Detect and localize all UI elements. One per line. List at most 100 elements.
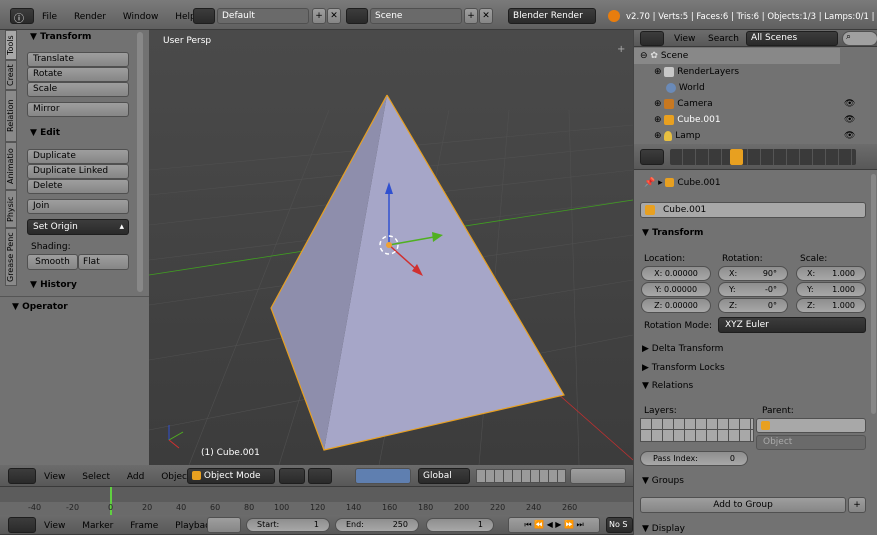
- outliner-filter-dropdown[interactable]: All Scenes: [746, 31, 838, 46]
- flat-button[interactable]: Flat: [78, 254, 129, 270]
- render-preview-button[interactable]: [570, 468, 626, 484]
- layers-grid[interactable]: [640, 418, 754, 442]
- pivot-dropdown[interactable]: [308, 468, 332, 484]
- duplicate-button[interactable]: Duplicate: [27, 149, 129, 164]
- rotation-x-field[interactable]: X: 90°: [718, 266, 788, 281]
- orientation-dropdown[interactable]: Global: [418, 468, 470, 484]
- end-frame-field[interactable]: End: 250: [335, 518, 419, 532]
- location-z-field[interactable]: Z: 0.00000: [641, 298, 711, 313]
- layer-buttons[interactable]: [476, 469, 566, 483]
- viewport-add-icon[interactable]: +: [617, 44, 625, 55]
- playback-controls[interactable]: ⏮ ⏪ ◀ ▶ ⏩ ⏭: [508, 517, 600, 533]
- outliner-row-renderlayers[interactable]: ⊕ RenderLayers: [654, 64, 739, 80]
- smooth-button[interactable]: Smooth: [27, 254, 78, 270]
- add-to-group-button[interactable]: Add to Group: [640, 497, 846, 513]
- timeline-menu-view[interactable]: View: [44, 521, 65, 531]
- outliner-row-world[interactable]: World: [666, 80, 705, 96]
- outliner-editor-type[interactable]: [640, 31, 664, 46]
- tool-shelf-scrollbar[interactable]: [137, 32, 143, 292]
- current-frame-field[interactable]: 1: [426, 518, 494, 532]
- add-group-icon[interactable]: +: [848, 497, 866, 513]
- scene-remove-button[interactable]: ✕: [479, 8, 493, 24]
- layout-add-button[interactable]: +: [312, 8, 326, 24]
- parent-type-dropdown[interactable]: Object: [756, 435, 866, 450]
- tab-animation[interactable]: Animatio: [5, 142, 17, 190]
- menu-view[interactable]: View: [44, 472, 65, 482]
- menu-add[interactable]: Add: [127, 472, 144, 482]
- timeline-menu-marker[interactable]: Marker: [82, 521, 113, 531]
- render-engine-dropdown[interactable]: Blender Render: [508, 8, 596, 24]
- transform-locks-header[interactable]: ▶ Transform Locks: [642, 363, 725, 373]
- manipulator-toggle[interactable]: [355, 468, 411, 484]
- menu-select[interactable]: Select: [82, 472, 110, 482]
- pass-index-field[interactable]: Pass Index: 0: [640, 451, 748, 466]
- tab-relations[interactable]: Relation: [5, 90, 17, 142]
- timeline-menu-frame[interactable]: Frame: [130, 521, 158, 531]
- outliner-menu-view[interactable]: View: [674, 34, 695, 44]
- scene-type-button[interactable]: [346, 8, 368, 24]
- set-origin-dropdown[interactable]: Set Origin ▴: [27, 219, 129, 235]
- menu-window[interactable]: Window: [123, 12, 159, 22]
- scale-button[interactable]: Scale: [27, 82, 129, 97]
- menu-render[interactable]: Render: [74, 12, 106, 22]
- mirror-button[interactable]: Mirror: [27, 102, 129, 117]
- tab-create[interactable]: Creat: [5, 60, 17, 90]
- properties-scrollbar[interactable]: [871, 174, 876, 414]
- properties-editor-type[interactable]: [640, 149, 664, 165]
- viewport-editor-type[interactable]: [8, 468, 36, 484]
- duplicate-linked-button[interactable]: Duplicate Linked: [27, 164, 129, 179]
- tab-physics[interactable]: Physic: [5, 190, 17, 228]
- 3d-viewport[interactable]: User Persp (1) Cube.001 +: [149, 30, 633, 465]
- sync-dropdown[interactable]: No S: [606, 517, 633, 533]
- mode-dropdown[interactable]: Object Mode: [187, 468, 275, 484]
- edit-panel-header[interactable]: ▼ Edit: [30, 128, 60, 138]
- properties-context-tabs[interactable]: [670, 149, 856, 165]
- layout-type-button[interactable]: [193, 8, 215, 24]
- outliner-menu-search[interactable]: Search: [708, 34, 739, 44]
- rotation-z-field[interactable]: Z: 0°: [718, 298, 788, 313]
- scale-y-field[interactable]: Y: 1.000: [796, 282, 866, 297]
- layout-field[interactable]: Default: [217, 8, 309, 24]
- editor-type-button[interactable]: ⓘ: [10, 8, 34, 25]
- outliner-row-cube[interactable]: ⊕ Cube.001: [654, 112, 721, 128]
- object-tab-active[interactable]: [730, 149, 743, 165]
- outliner-row-lamp[interactable]: ⊕ Lamp: [654, 128, 700, 144]
- shading-dropdown[interactable]: [279, 468, 305, 484]
- scale-x-field[interactable]: X: 1.000: [796, 266, 866, 281]
- location-x-field[interactable]: X: 0.00000: [641, 266, 711, 281]
- outliner-search-field[interactable]: ⌕: [842, 31, 877, 46]
- outliner-row-scene[interactable]: ⊖ ✿ Scene: [634, 48, 840, 64]
- outliner-row-camera[interactable]: ⊕ Camera: [654, 96, 713, 112]
- object-name-field[interactable]: Cube.001: [640, 202, 866, 218]
- layout-remove-button[interactable]: ✕: [327, 8, 341, 24]
- menu-file[interactable]: File: [42, 12, 57, 22]
- groups-header[interactable]: ▼ Groups: [642, 476, 684, 486]
- scene-field[interactable]: Scene: [370, 8, 462, 24]
- rotate-button[interactable]: Rotate: [27, 67, 129, 82]
- tab-tools[interactable]: Tools: [5, 30, 17, 60]
- relations-header[interactable]: ▼ Relations: [642, 381, 693, 391]
- outliner-renderlayers-label: RenderLayers: [677, 67, 740, 77]
- operator-panel-header[interactable]: ▼ Operator: [12, 302, 68, 312]
- visibility-eye-icon[interactable]: 👁 👁 👁: [844, 96, 855, 144]
- rotation-y-field[interactable]: Y: -0°: [718, 282, 788, 297]
- timeline-area[interactable]: -40 -20 0 20 40 60 80 100 120 140 160 180 200 2…: [0, 487, 633, 515]
- scene-add-button[interactable]: +: [464, 8, 478, 24]
- history-panel-header[interactable]: ▼ History: [30, 280, 77, 290]
- transform-panel-header[interactable]: ▼ Transform: [30, 32, 91, 42]
- scale-z-field[interactable]: Z: 1.000: [796, 298, 866, 313]
- timeline-editor-type[interactable]: [8, 517, 36, 533]
- delete-button[interactable]: Delete: [27, 179, 129, 194]
- delta-transform-header[interactable]: ▶ Delta Transform: [642, 344, 723, 354]
- transform-section-header[interactable]: ▼ Transform: [642, 228, 703, 238]
- rotation-mode-dropdown[interactable]: XYZ Euler: [718, 317, 866, 333]
- parent-field[interactable]: [756, 418, 866, 433]
- translate-button[interactable]: Translate: [27, 52, 129, 67]
- keying-button[interactable]: [207, 517, 241, 533]
- join-button[interactable]: Join: [27, 199, 129, 214]
- location-y-field[interactable]: Y: 0.00000: [641, 282, 711, 297]
- display-header[interactable]: ▼ Display: [642, 524, 685, 534]
- tab-grease-pencil[interactable]: Grease Penc: [5, 228, 17, 286]
- timeline-track[interactable]: [0, 487, 633, 502]
- start-frame-field[interactable]: Start: 1: [246, 518, 330, 532]
